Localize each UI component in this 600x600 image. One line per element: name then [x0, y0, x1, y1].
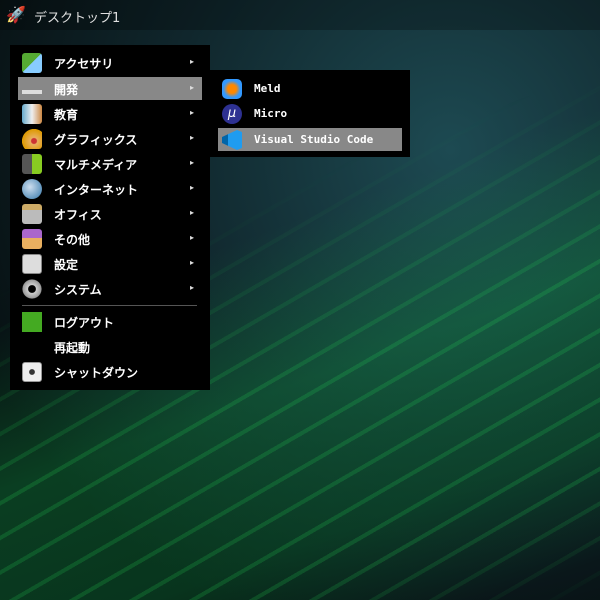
logout-icon — [22, 312, 42, 332]
graphics-icon — [22, 129, 42, 149]
chevron-right-icon: ▸ — [189, 283, 194, 292]
menu-item-other[interactable]: その他 ▸ — [18, 227, 202, 250]
menu-item-logout[interactable]: ログアウト — [18, 310, 202, 333]
menu-item-micro[interactable]: μ Micro — [218, 102, 402, 125]
menu-item-office[interactable]: オフィス ▸ — [18, 202, 202, 225]
other-icon — [22, 229, 42, 249]
desktop-name[interactable]: デスクトップ1 — [34, 7, 120, 26]
chevron-right-icon: ▸ — [189, 158, 194, 167]
gear-icon — [22, 279, 42, 299]
menu-item-meld[interactable]: Meld — [218, 77, 402, 100]
chevron-right-icon: ▸ — [189, 258, 194, 267]
education-icon — [22, 104, 42, 124]
settings-icon — [22, 254, 42, 274]
menu-item-development[interactable]: 開発 ▸ — [18, 77, 202, 100]
menu-item-system[interactable]: システム ▸ — [18, 277, 202, 300]
menu-item-vscode[interactable]: Visual Studio Code — [218, 128, 402, 151]
chevron-right-icon: ▸ — [189, 208, 194, 217]
office-icon — [22, 204, 42, 224]
development-icon — [22, 79, 42, 99]
micro-icon: μ — [222, 104, 242, 124]
development-submenu: Meld μ Micro Visual Studio Code — [210, 70, 410, 157]
menu-item-shutdown[interactable]: シャットダウン — [18, 360, 202, 383]
chevron-right-icon: ▸ — [189, 83, 194, 92]
rocket-icon[interactable]: 🚀 — [6, 6, 26, 24]
menu-separator — [22, 305, 197, 306]
top-panel: 🚀 デスクトップ1 — [0, 0, 600, 30]
chevron-right-icon: ▸ — [189, 57, 194, 66]
chevron-right-icon: ▸ — [189, 233, 194, 242]
menu-item-education[interactable]: 教育 ▸ — [18, 102, 202, 125]
shutdown-icon — [22, 362, 42, 382]
internet-icon — [22, 179, 42, 199]
menu-item-graphics[interactable]: グラフィックス ▸ — [18, 127, 202, 150]
vscode-icon — [222, 130, 242, 150]
menu-item-multimedia[interactable]: マルチメディア ▸ — [18, 152, 202, 175]
menu-item-settings[interactable]: 設定 ▸ — [18, 252, 202, 275]
chevron-right-icon: ▸ — [189, 108, 194, 117]
chevron-right-icon: ▸ — [189, 133, 194, 142]
chevron-right-icon: ▸ — [189, 183, 194, 192]
menu-item-accessories[interactable]: アクセサリ ▸ — [18, 51, 202, 74]
multimedia-icon — [22, 154, 42, 174]
meld-icon — [222, 79, 242, 99]
menu-item-reboot[interactable]: 再起動 — [18, 335, 202, 358]
accessories-icon — [22, 53, 42, 73]
menu-item-internet[interactable]: インターネット ▸ — [18, 177, 202, 200]
application-menu: アクセサリ ▸ 開発 ▸ 教育 ▸ グラフィックス ▸ マルチメディア ▸ インターネット… — [10, 45, 210, 390]
